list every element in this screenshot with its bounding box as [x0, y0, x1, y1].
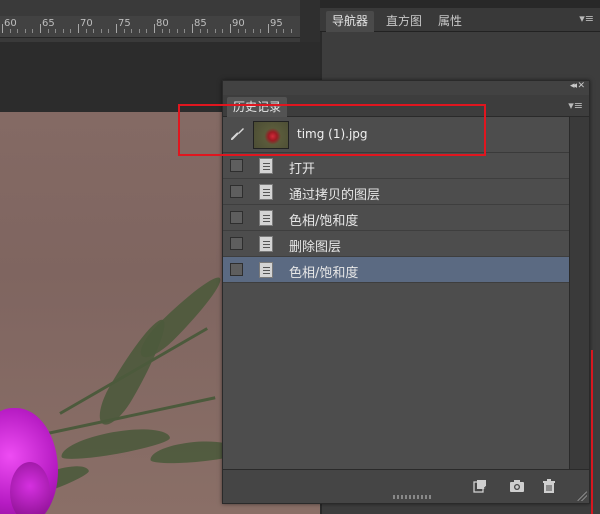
resize-grip[interactable]	[577, 491, 587, 501]
history-step[interactable]: 通过拷贝的图层	[223, 179, 571, 205]
ruler-label: 95	[270, 18, 283, 29]
highlight-edge	[591, 350, 593, 514]
history-list: timg (1).jpg 打开 通过拷贝的图层 色相/饱和度 删除图层 色相/饱…	[223, 117, 571, 469]
history-step-label: 色相/饱和度	[289, 214, 359, 229]
history-step-label: 色相/饱和度	[289, 266, 359, 281]
trash-icon[interactable]	[541, 479, 557, 493]
navigator-tabbar: 导航器 直方图 属性 ▾≡	[320, 8, 600, 32]
history-step-label: 打开	[289, 162, 316, 177]
history-footer	[223, 469, 589, 503]
source-checkbox[interactable]	[230, 211, 243, 224]
history-step[interactable]: 删除图层	[223, 231, 571, 257]
history-state-icon	[259, 210, 273, 226]
tab-histogram[interactable]: 直方图	[380, 11, 428, 32]
ruler-label: 60	[4, 18, 17, 29]
source-checkbox[interactable]	[230, 263, 243, 276]
scrollbar[interactable]	[569, 117, 589, 469]
source-checkbox[interactable]	[230, 159, 243, 172]
history-state-icon	[259, 236, 273, 252]
source-checkbox[interactable]	[230, 185, 243, 198]
highlight-box	[178, 104, 486, 156]
history-step-selected[interactable]: 色相/饱和度	[223, 257, 571, 283]
close-icon[interactable]: ✕	[577, 81, 585, 91]
history-step[interactable]: 色相/饱和度	[223, 205, 571, 231]
ruler-label: 85	[194, 18, 207, 29]
tab-properties[interactable]: 属性	[432, 11, 468, 32]
history-step-label: 删除图层	[289, 240, 342, 255]
flower-image	[10, 462, 50, 514]
camera-snapshot-icon[interactable]	[509, 479, 525, 493]
panel-menu-icon[interactable]: ▾≡	[579, 12, 594, 25]
ruler-label: 65	[42, 18, 55, 29]
ruler-label: 75	[118, 18, 131, 29]
ruler-label: 80	[156, 18, 169, 29]
history-state-icon	[259, 184, 273, 200]
new-document-from-state-icon[interactable]	[473, 479, 489, 493]
panel-titlebar[interactable]: ◂◂ ✕	[223, 81, 589, 95]
history-state-icon	[259, 262, 273, 278]
ruler-label: 70	[80, 18, 93, 29]
history-step[interactable]: 打开	[223, 153, 571, 179]
resize-handle[interactable]	[393, 495, 433, 499]
history-state-icon	[259, 158, 273, 174]
history-step-label: 通过拷贝的图层	[289, 188, 381, 203]
ruler-label: 90	[232, 18, 245, 29]
tab-navigator[interactable]: 导航器	[326, 11, 375, 32]
horizontal-ruler: 60 65 70 75 80 85 90 95	[0, 0, 300, 42]
collapse-icon[interactable]: ◂◂	[570, 81, 577, 91]
panel-menu-icon[interactable]: ▾≡	[568, 99, 583, 112]
source-checkbox[interactable]	[230, 237, 243, 250]
